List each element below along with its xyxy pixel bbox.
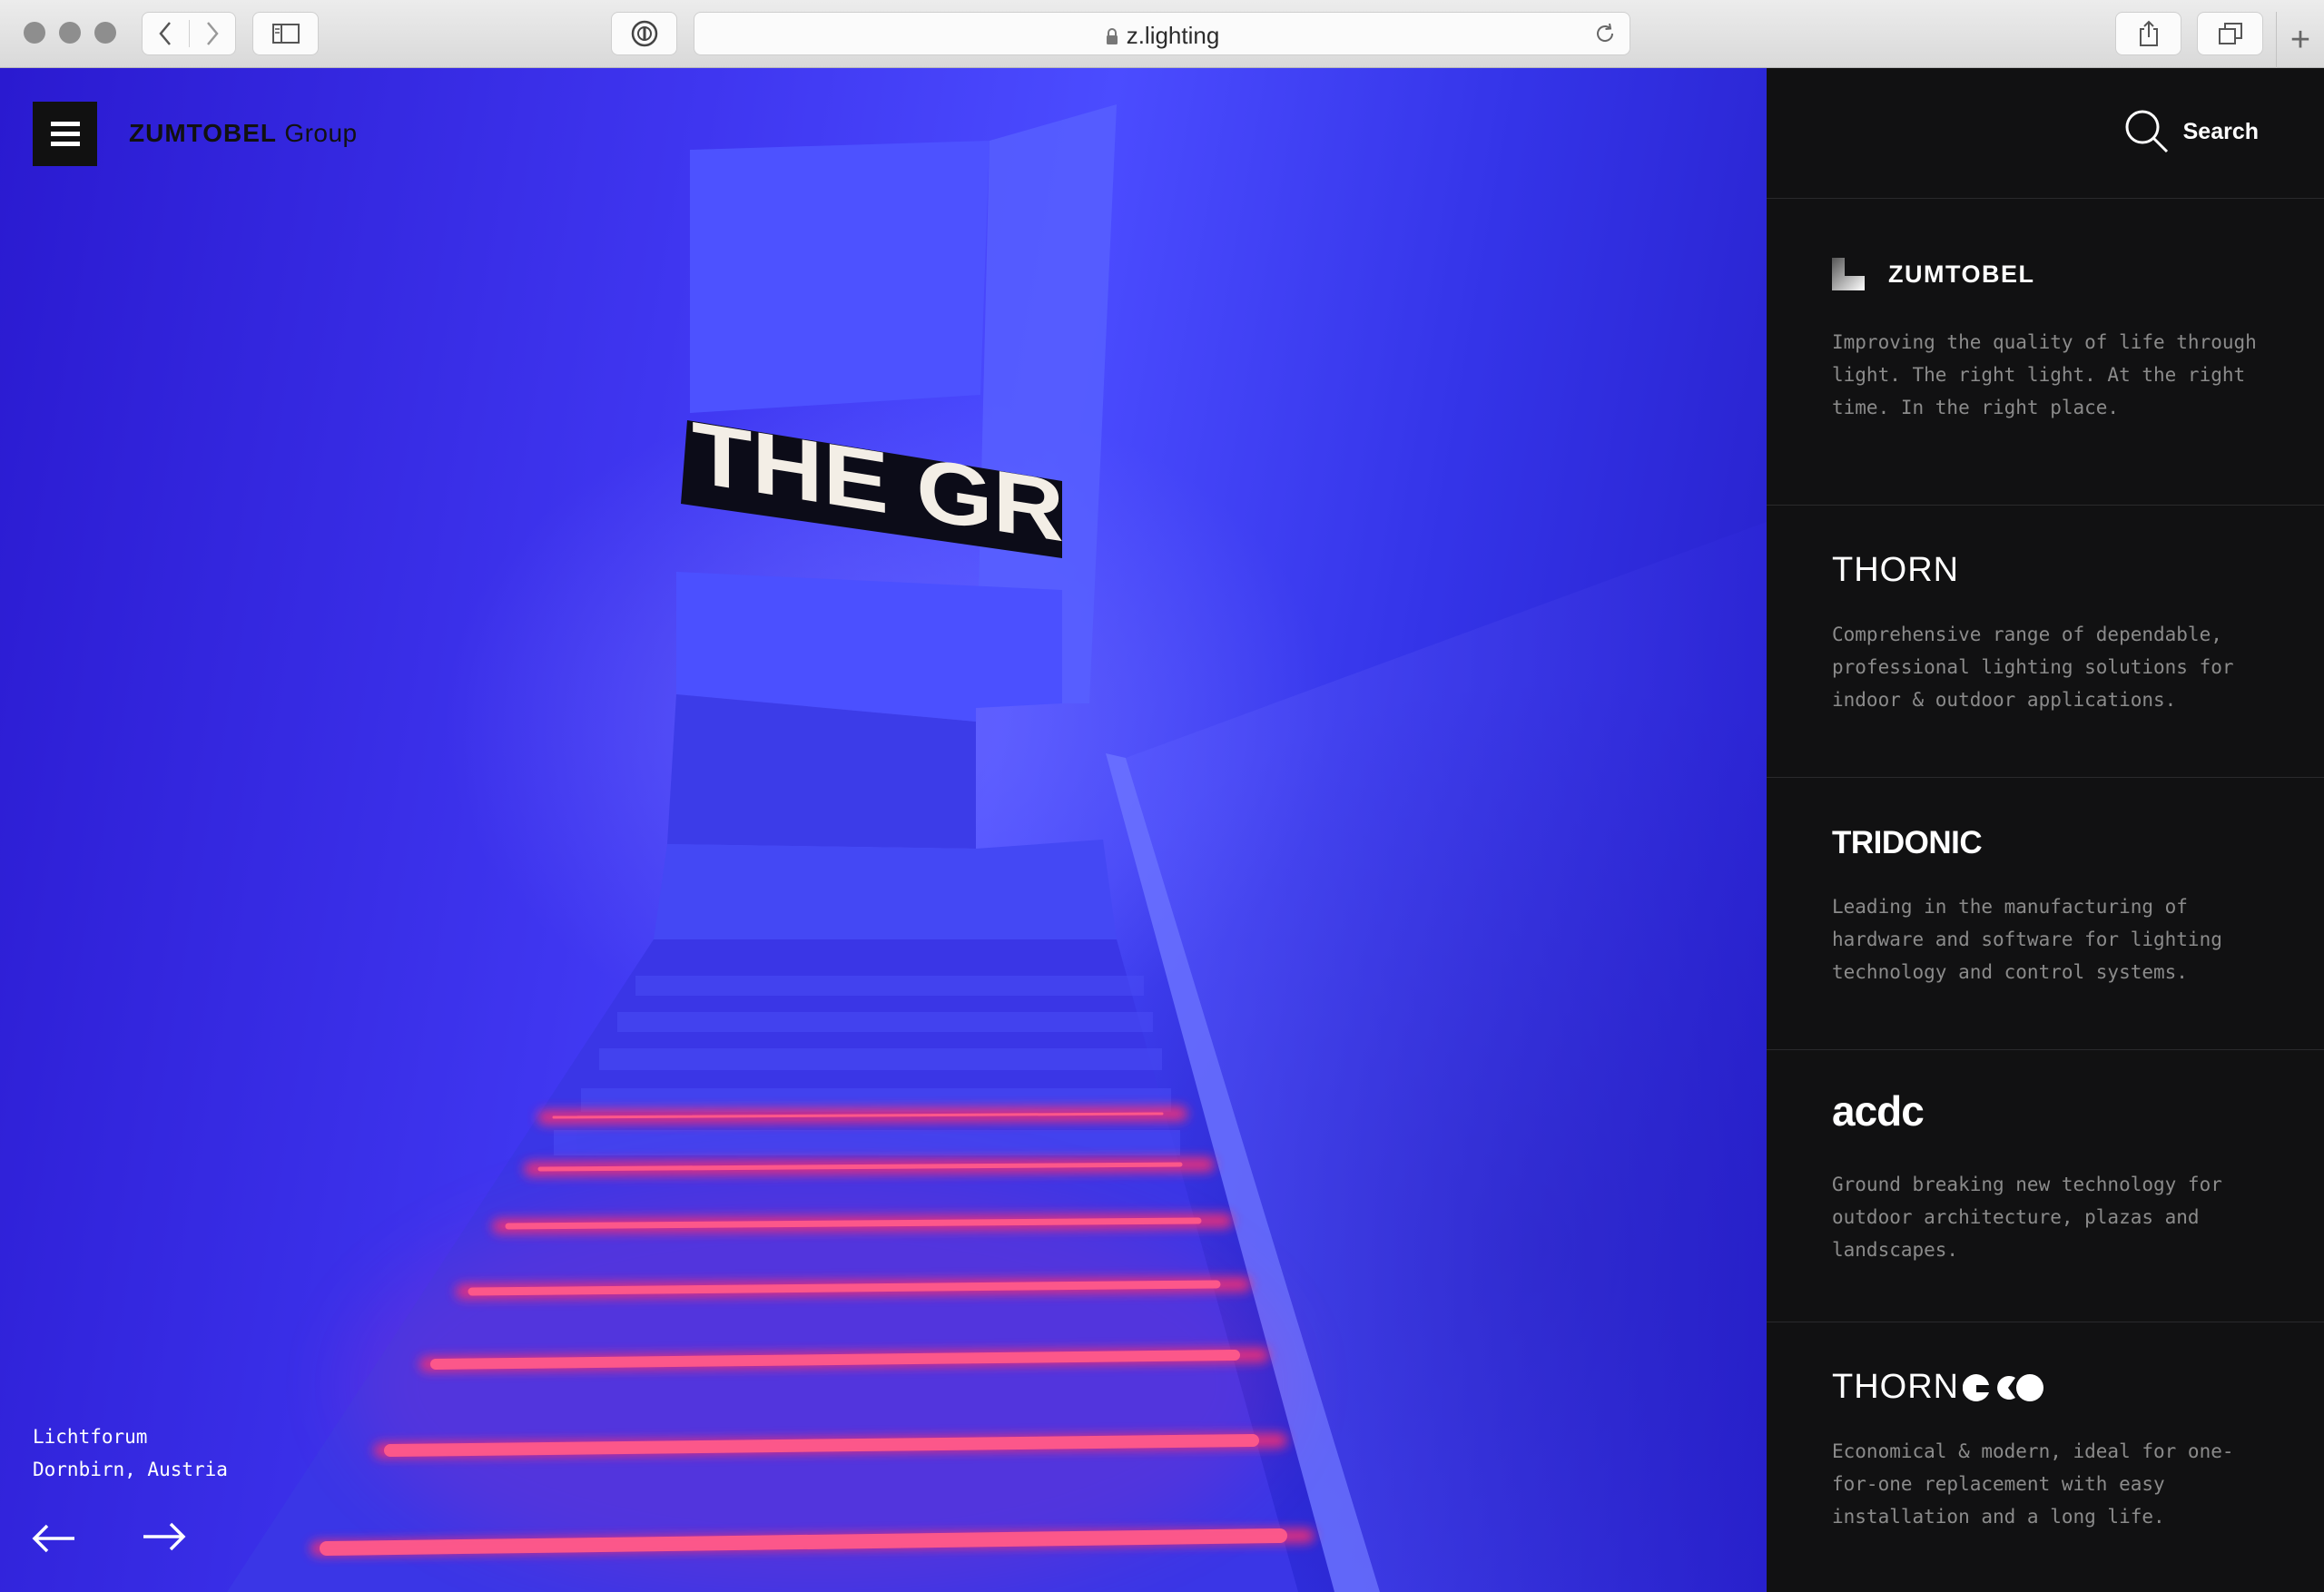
close-window-button[interactable]	[24, 22, 45, 44]
arrow-right-icon	[143, 1522, 186, 1551]
brand-description: Ground breaking new technology for outdo…	[1832, 1174, 2222, 1261]
brand-description: Economical & modern, ideal for one-for-o…	[1832, 1440, 2234, 1528]
brand-card-acdc[interactable]: acdc Ground breaking new technology for …	[1767, 1049, 2324, 1322]
url-field[interactable]: z.lighting	[694, 22, 1630, 52]
share-icon[interactable]	[2115, 12, 2181, 55]
zoom-window-button[interactable]	[94, 22, 116, 44]
search-label: Search	[2182, 118, 2259, 144]
site-logo[interactable]: ZUMTOBEL Group	[129, 119, 358, 148]
new-tab-icon[interactable]: +	[2276, 12, 2324, 68]
brand-card-zumtobel[interactable]: ZUMTOBEL Improving the quality of life t…	[1767, 198, 2324, 505]
hero-image: THE GR ZUMTOBEL Group Lichtforum Dornbir…	[0, 68, 1767, 1592]
back-arrow-icon[interactable]	[143, 20, 190, 47]
tabs-icon[interactable]	[2197, 12, 2263, 55]
browser-toolbar: z.lighting +	[0, 0, 2324, 68]
url-text: z.lighting	[1126, 22, 1220, 49]
brand-card-thorn[interactable]: THORN Comprehensive range of dependable,…	[1767, 505, 2324, 777]
brand-name: ZUMTOBEL	[1888, 260, 2035, 288]
hamburger-icon	[50, 122, 80, 146]
caption-line-2: Dornbirn, Austria	[33, 1459, 228, 1480]
brand-name: acdc	[1832, 1087, 1925, 1135]
menu-button[interactable]	[33, 102, 97, 166]
arrow-left-icon	[32, 1524, 74, 1553]
address-bar[interactable]: z.lighting	[694, 12, 1630, 55]
brand-name: THORN	[1832, 1368, 1960, 1406]
brand-card-thorn-eco[interactable]: THORN Economical & modern, ideal for one…	[1767, 1322, 2324, 1592]
search-button[interactable]: Search	[2123, 108, 2259, 155]
sidebar-toggle-icon[interactable]	[252, 12, 319, 55]
minimize-window-button[interactable]	[59, 22, 81, 44]
password-manager-icon[interactable]	[611, 12, 677, 55]
search-icon	[2125, 110, 2168, 153]
brand-name: THORN	[1832, 551, 1960, 589]
zumtobel-logo: ZUMTOBEL	[1832, 258, 2035, 290]
brand-sidebar: Search ZUMTOBEL Improving the quality of…	[1767, 68, 2324, 1592]
previous-slide-button[interactable]	[27, 1511, 82, 1566]
lock-icon	[1105, 24, 1119, 52]
brand-description: Leading in the manufacturing of hardware…	[1832, 896, 2222, 983]
eco-mark-icon	[1963, 1373, 2044, 1401]
nav-button-group	[142, 12, 236, 55]
thorn-eco-logo: THORN	[1832, 1368, 2044, 1407]
reload-icon[interactable]	[1593, 22, 1617, 50]
forward-arrow-icon[interactable]	[190, 20, 236, 47]
brand-description: Improving the quality of life through li…	[1832, 331, 2257, 418]
brand-light: Group	[284, 119, 358, 147]
brand-name: TRIDONIC	[1832, 825, 1983, 860]
image-caption: Lichtforum Dornbirn, Austria	[33, 1420, 228, 1486]
staircase-illustration: THE GR	[227, 104, 1767, 1592]
zumtobel-mark-icon	[1832, 258, 1865, 290]
next-slide-button[interactable]	[136, 1509, 191, 1564]
brand-card-tridonic[interactable]: TRIDONIC Leading in the manufacturing of…	[1767, 777, 2324, 1049]
brand-bold: ZUMTOBEL	[129, 119, 278, 147]
brand-description: Comprehensive range of dependable, profe…	[1832, 624, 2234, 711]
caption-line-1: Lichtforum	[33, 1426, 148, 1448]
